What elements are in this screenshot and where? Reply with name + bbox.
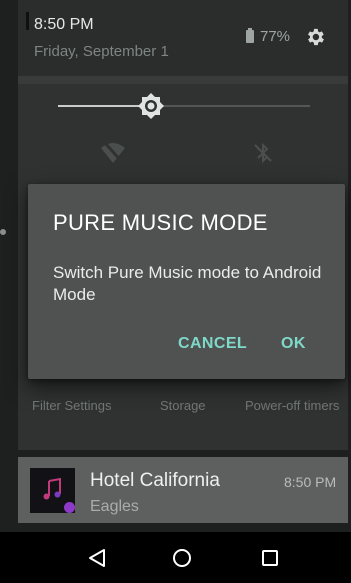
storage-label[interactable]: Storage: [160, 398, 206, 413]
pure-music-mode-dialog: PURE MUSIC MODE Switch Pure Music mode t…: [28, 184, 345, 379]
music-note-icon: [43, 478, 61, 500]
notification-time: 8:50 PM: [284, 474, 337, 490]
music-notification[interactable]: Hotel California Eagles 8:50 PM: [18, 457, 348, 523]
gear-icon[interactable]: [304, 26, 326, 48]
ok-button[interactable]: OK: [281, 335, 306, 353]
app-badge-icon: [64, 502, 75, 513]
drag-handle: [0, 229, 6, 235]
dialog-title: PURE MUSIC MODE: [53, 210, 268, 235]
home-icon[interactable]: [171, 547, 193, 569]
battery-icon: [246, 28, 254, 43]
status-time: 8:50 PM: [34, 16, 94, 33]
recents-icon[interactable]: [260, 548, 280, 568]
navigation-bar: [0, 532, 351, 583]
battery-percentage: 77%: [260, 28, 291, 45]
brightness-icon[interactable]: [137, 92, 165, 120]
dialog-message: Switch Pure Music mode to Android Mode: [53, 263, 322, 304]
album-art: [30, 468, 75, 513]
edge-marker: [26, 12, 29, 30]
filter-settings-label[interactable]: Filter Settings: [32, 398, 111, 413]
status-header: 8:50 PM Friday, September 1 77%: [18, 0, 348, 76]
panel-divider: [18, 76, 348, 84]
settings-row: Filter Settings Storage Power-off timers: [0, 398, 351, 418]
cancel-button[interactable]: CANCEL: [178, 335, 247, 353]
wifi-off-icon[interactable]: [100, 140, 126, 166]
power-off-timers-label[interactable]: Power-off timers: [245, 398, 339, 413]
song-artist: Eagles: [90, 498, 139, 515]
song-title: Hotel California: [90, 470, 220, 491]
status-date: Friday, September 1: [34, 43, 169, 60]
back-icon[interactable]: [86, 547, 108, 569]
bluetooth-off-icon[interactable]: [252, 142, 274, 164]
